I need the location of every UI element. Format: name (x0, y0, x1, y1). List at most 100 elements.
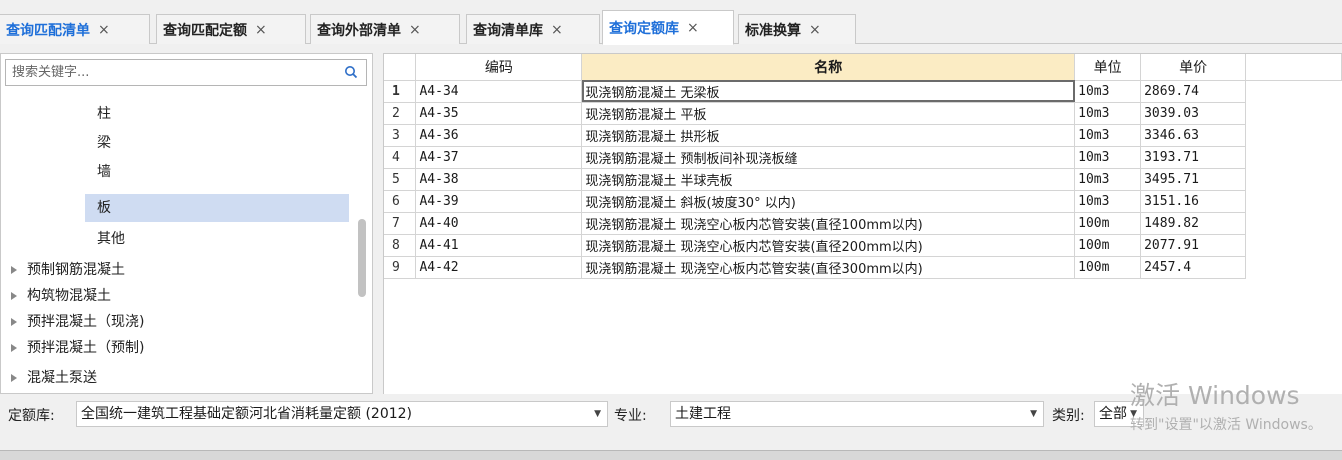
row-number: 1 (384, 80, 417, 103)
cell-name[interactable]: 现浇钢筋混凝土 斜板(坡度30° 以内) (581, 190, 1076, 213)
cell-unit[interactable]: 10m3 (1074, 124, 1142, 147)
cell-code[interactable]: A4-34 (415, 80, 583, 103)
cell-name[interactable]: 现浇钢筋混凝土 预制板间补现浇板缝 (581, 146, 1076, 169)
expand-arrow-icon[interactable] (11, 292, 17, 300)
close-icon[interactable]: × (809, 22, 821, 38)
cell-price[interactable]: 3151.16 (1140, 190, 1247, 213)
column-header-code[interactable]: 编码 (415, 54, 583, 81)
expand-arrow-icon[interactable] (11, 266, 17, 274)
cell-name[interactable]: 现浇钢筋混凝土 无梁板 (581, 80, 1076, 103)
activation-watermark: 激活 Windows 转到"设置"以激活 Windows。 (1130, 376, 1322, 434)
cell-unit[interactable]: 100m (1074, 212, 1142, 235)
tree-item-column[interactable]: 柱 (85, 102, 349, 126)
tab-query-quota-library[interactable]: 查询定额库 × (602, 10, 734, 45)
major-value: 土建工程 (675, 406, 731, 422)
tree-group-label: 预拌混凝土（预制) (27, 340, 145, 356)
table-row[interactable]: 8 A4-41 现浇钢筋混凝土 现浇空心板内芯管安装(直径200mm以内) 10… (384, 234, 1342, 257)
cell-unit[interactable]: 10m3 (1074, 102, 1142, 125)
cell-unit[interactable]: 100m (1074, 234, 1142, 257)
close-icon[interactable]: × (98, 22, 110, 38)
empty-cell (1246, 234, 1342, 256)
cell-unit[interactable]: 10m3 (1074, 80, 1142, 103)
cell-name[interactable]: 现浇钢筋混凝土 拱形板 (581, 124, 1076, 147)
cell-code[interactable]: A4-41 (415, 234, 583, 257)
cell-unit[interactable]: 10m3 (1074, 168, 1142, 191)
column-header-price[interactable]: 单价 (1140, 54, 1247, 81)
expand-arrow-icon[interactable] (11, 318, 17, 326)
tab-query-list-library[interactable]: 查询清单库 × (466, 14, 600, 44)
close-icon[interactable]: × (687, 20, 699, 36)
cell-name[interactable]: 现浇钢筋混凝土 现浇空心板内芯管安装(直径100mm以内) (581, 212, 1076, 235)
cell-name[interactable]: 现浇钢筋混凝土 平板 (581, 102, 1076, 125)
tab-query-matched-quota[interactable]: 查询匹配定额 × (156, 14, 306, 44)
cell-unit[interactable]: 10m3 (1074, 190, 1142, 213)
tab-label: 查询清单库 (473, 22, 543, 39)
cell-price[interactable]: 3346.63 (1140, 124, 1247, 147)
cell-code[interactable]: A4-42 (415, 256, 583, 279)
expand-arrow-icon[interactable] (11, 344, 17, 352)
table-row[interactable]: 6 A4-39 现浇钢筋混凝土 斜板(坡度30° 以内) 10m3 3151.1… (384, 190, 1342, 213)
tree-item-wall[interactable]: 墙 (85, 160, 349, 184)
tree-item-label: 其他 (97, 231, 125, 247)
cell-price[interactable]: 2869.74 (1140, 80, 1247, 103)
cell-price[interactable]: 3193.71 (1140, 146, 1247, 169)
tree-group-label: 构筑物混凝土 (27, 288, 111, 304)
search-icon[interactable] (344, 65, 358, 79)
quota-library-select[interactable]: 全国统一建筑工程基础定额河北省消耗量定额 (2012) ▼ (76, 401, 608, 427)
category-tree: 柱 梁 墙 板 其他 预制钢筋混凝土 构筑物混凝土 预拌混凝土（现浇) 预拌混凝… (1, 90, 357, 393)
row-number: 4 (384, 146, 417, 169)
cell-code[interactable]: A4-39 (415, 190, 583, 213)
tree-item-beam[interactable]: 梁 (85, 131, 349, 155)
table-row[interactable]: 3 A4-36 现浇钢筋混凝土 拱形板 10m3 3346.63 (384, 124, 1342, 147)
cell-price[interactable]: 3495.71 (1140, 168, 1247, 191)
cell-name[interactable]: 现浇钢筋混凝土 现浇空心板内芯管安装(直径300mm以内) (581, 256, 1076, 279)
row-number: 6 (384, 190, 417, 213)
table-row[interactable]: 7 A4-40 现浇钢筋混凝土 现浇空心板内芯管安装(直径100mm以内) 10… (384, 212, 1342, 235)
chevron-down-icon[interactable]: ▼ (1030, 402, 1037, 426)
close-icon[interactable]: × (409, 22, 421, 38)
watermark-subtitle: 转到"设置"以激活 Windows。 (1130, 417, 1322, 433)
column-header-unit[interactable]: 单位 (1074, 54, 1142, 81)
cell-price[interactable]: 3039.03 (1140, 102, 1247, 125)
empty-cell (1246, 190, 1342, 212)
cell-price[interactable]: 2077.91 (1140, 234, 1247, 257)
table-row[interactable]: 2 A4-35 现浇钢筋混凝土 平板 10m3 3039.03 (384, 102, 1342, 125)
major-select[interactable]: 土建工程 ▼ (670, 401, 1044, 427)
quota-grid: 编码 名称 单位 单价 1 A4-34 现浇钢筋混凝土 无梁板 10m3 286… (383, 53, 1342, 394)
cell-code[interactable]: A4-36 (415, 124, 583, 147)
tree-item-other[interactable]: 其他 (85, 227, 349, 251)
cell-price[interactable]: 2457.4 (1140, 256, 1247, 279)
tree-group-precast-concrete[interactable]: 预制钢筋混凝土 (11, 258, 125, 282)
tab-query-external-list[interactable]: 查询外部清单 × (310, 14, 460, 44)
tree-group-structure-concrete[interactable]: 构筑物混凝土 (11, 284, 111, 308)
table-row[interactable]: 1 A4-34 现浇钢筋混凝土 无梁板 10m3 2869.74 (384, 80, 1342, 103)
tree-group-ready-mix-precast[interactable]: 预拌混凝土（预制) (11, 336, 144, 360)
cell-name[interactable]: 现浇钢筋混凝土 半球壳板 (581, 168, 1076, 191)
quota-table: 编码 名称 单位 单价 1 A4-34 现浇钢筋混凝土 无梁板 10m3 286… (384, 54, 1342, 279)
cell-code[interactable]: A4-37 (415, 146, 583, 169)
tab-query-matched-list[interactable]: 查询匹配清单 × (0, 14, 150, 44)
tree-group-ready-mix-cast[interactable]: 预拌混凝土（现浇) (11, 310, 144, 334)
column-header-name[interactable]: 名称 (581, 54, 1076, 81)
cell-price[interactable]: 1489.82 (1140, 212, 1247, 235)
search-input[interactable] (6, 60, 336, 85)
cell-name[interactable]: 现浇钢筋混凝土 现浇空心板内芯管安装(直径200mm以内) (581, 234, 1076, 257)
chevron-down-icon[interactable]: ▼ (594, 402, 601, 426)
tree-group-label: 预拌混凝土（现浇) (27, 314, 145, 330)
close-icon[interactable]: × (255, 22, 267, 38)
cell-code[interactable]: A4-40 (415, 212, 583, 235)
close-icon[interactable]: × (551, 22, 563, 38)
table-row[interactable]: 5 A4-38 现浇钢筋混凝土 半球壳板 10m3 3495.71 (384, 168, 1342, 191)
cell-code[interactable]: A4-38 (415, 168, 583, 191)
expand-arrow-icon[interactable] (11, 374, 17, 382)
cell-unit[interactable]: 100m (1074, 256, 1142, 279)
category-panel: 柱 梁 墙 板 其他 预制钢筋混凝土 构筑物混凝土 预拌混凝土（现浇) 预拌混凝… (0, 53, 373, 394)
tree-scrollbar[interactable] (358, 219, 366, 297)
cell-unit[interactable]: 10m3 (1074, 146, 1142, 169)
tree-group-pumping[interactable]: 混凝土泵送 (11, 366, 97, 390)
tab-standard-conversion[interactable]: 标准换算 × (738, 14, 856, 44)
tree-item-slab[interactable]: 板 (85, 194, 349, 222)
table-row[interactable]: 9 A4-42 现浇钢筋混凝土 现浇空心板内芯管安装(直径300mm以内) 10… (384, 256, 1342, 279)
table-row[interactable]: 4 A4-37 现浇钢筋混凝土 预制板间补现浇板缝 10m3 3193.71 (384, 146, 1342, 169)
cell-code[interactable]: A4-35 (415, 102, 583, 125)
